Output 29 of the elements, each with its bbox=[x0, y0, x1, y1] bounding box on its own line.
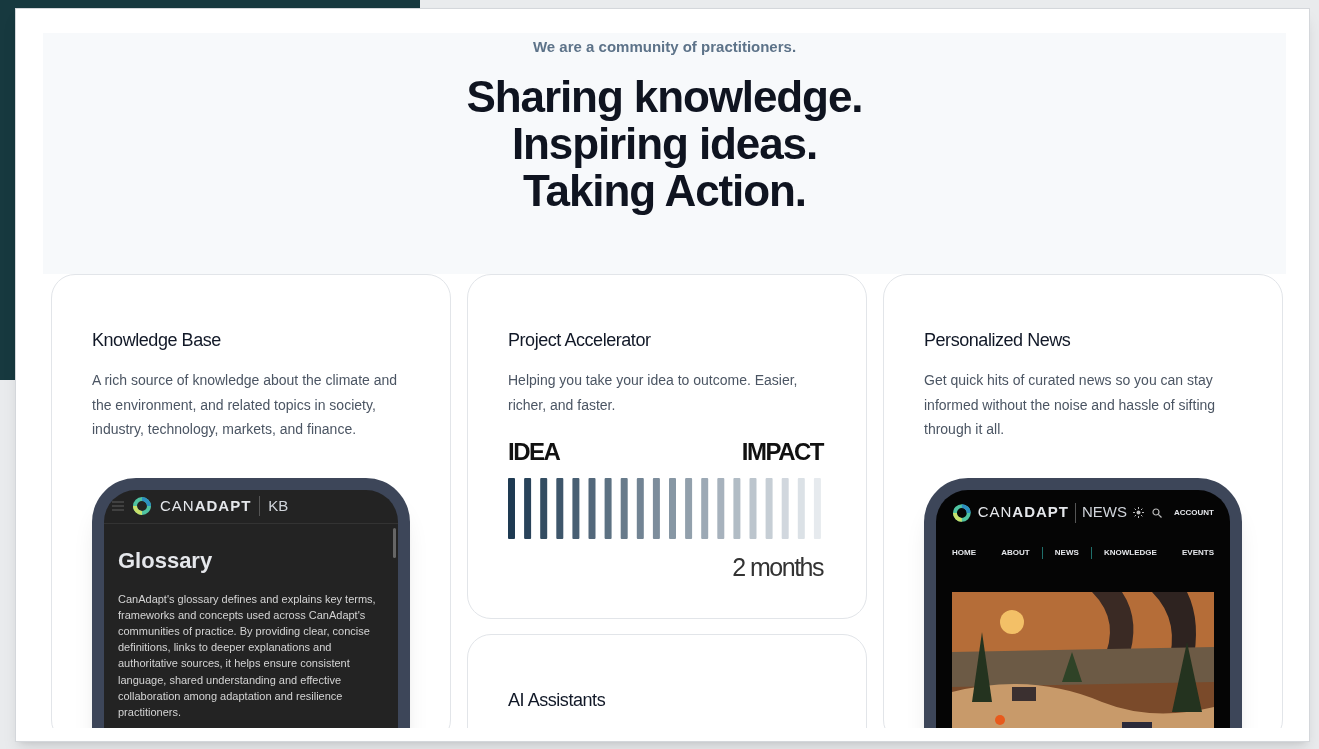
card-description: Helping you take your idea to outcome. Easier, richer, and faster. bbox=[508, 371, 799, 415]
section-label: NEWS bbox=[1082, 502, 1127, 523]
ring-logo-icon bbox=[952, 502, 972, 523]
nav-link[interactable]: KNOWLEDGE bbox=[1103, 546, 1157, 559]
scrollbar-thumb bbox=[393, 527, 396, 558]
page-heading: Glossary bbox=[118, 546, 214, 575]
page-paragraph: CanAdapt's glossary defines and explains key terms, frameworks and concepts used across CanAdapt's communities of practice. By providing clear, concise definitions, links to deeper explanations and authoritative sources, it helps ensure consistent language, shared understanding and effective collaboration among adaptation and resilience practitioners. bbox=[118, 591, 377, 720]
hero-subtitle: We are a community of practitioners. bbox=[532, 37, 797, 57]
account-link[interactable]: ACCOUNT bbox=[1174, 506, 1214, 519]
card-title: AI Assistants bbox=[508, 689, 607, 712]
nav-link[interactable]: HOME bbox=[952, 546, 976, 559]
sun-icon[interactable] bbox=[1133, 507, 1144, 518]
end-label: IMPACT bbox=[741, 437, 823, 467]
section-label: KB bbox=[268, 495, 289, 516]
ring-logo-icon bbox=[132, 496, 152, 516]
brand-wordmark: CANADAPT bbox=[160, 495, 252, 516]
duration-label: 2 months bbox=[732, 552, 823, 583]
search-icon[interactable] bbox=[1152, 507, 1162, 518]
card-title: Knowledge Base bbox=[92, 329, 222, 352]
headline-line: Sharing knowledge. bbox=[466, 72, 863, 120]
nav-link[interactable]: NEWS bbox=[1054, 546, 1079, 559]
nav-link[interactable]: ABOUT bbox=[1001, 546, 1030, 559]
card-title: Personalized News bbox=[924, 329, 1072, 352]
card-title: Project Accelerator bbox=[508, 329, 652, 352]
start-label: IDEA bbox=[508, 437, 560, 467]
card-description: A rich source of knowledge about the climate and the environment, and related topics in society, industry, technology, markets, and finance. bbox=[92, 371, 399, 439]
nav-link[interactable]: EVENTS bbox=[1181, 546, 1214, 559]
card-description: Get quick hits of curated news so you can stay informed without the noise and hassle of sifting through it all. bbox=[924, 371, 1217, 439]
brand-wordmark: CANADAPT bbox=[977, 502, 1069, 523]
